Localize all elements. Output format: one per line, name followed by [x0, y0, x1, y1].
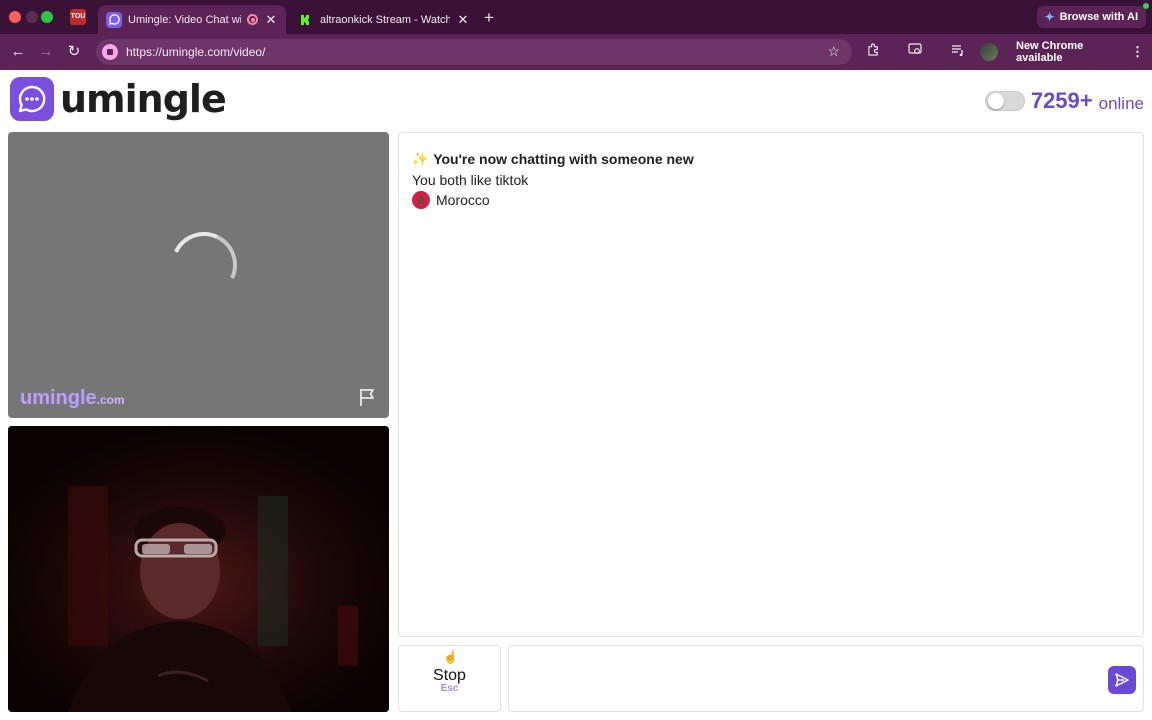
tab-close-icon[interactable]: ✕	[264, 12, 278, 28]
window-zoom-button[interactable]	[41, 11, 53, 23]
window-minimize-button[interactable]	[26, 11, 38, 23]
site-info-icon[interactable]	[102, 44, 118, 60]
online-counter: 7259+ online	[984, 88, 1144, 114]
bookmark-star-icon[interactable]: ☆	[827, 43, 840, 60]
watermark-suffix: .com	[96, 393, 125, 407]
tab-close-icon[interactable]: ✕	[456, 12, 470, 28]
tab-title: Umingle: Video Chat with	[128, 13, 241, 26]
send-icon	[1115, 673, 1129, 687]
online-label: online	[1098, 93, 1144, 113]
umingle-favicon-icon	[106, 11, 122, 28]
browser-tab-strip: TOU Umingle: Video Chat with ✕ altraonki…	[0, 0, 1152, 34]
stranger-video: umingle.com	[8, 132, 389, 418]
window-close-button[interactable]	[9, 11, 21, 23]
system-message-intro: ✨ You're now chatting with someone new	[412, 151, 694, 167]
pinned-tab[interactable]: TOU	[70, 9, 86, 25]
common-interest-message: You both like tiktok	[412, 172, 529, 188]
forward-arrow-icon[interactable]: →	[36, 42, 56, 62]
url-text: https://umingle.com/video/	[126, 45, 266, 59]
chrome-update-label: New Chrome available	[1016, 40, 1084, 64]
tab-kick-stream[interactable]: altraonkick Stream - Watch L ✕	[290, 5, 478, 34]
send-button[interactable]	[1108, 666, 1136, 694]
logo-wordmark: umingle	[60, 77, 227, 121]
stop-button[interactable]: ☝ Stop Esc	[398, 645, 501, 712]
status-dot	[1143, 3, 1149, 9]
browse-with-ai-button[interactable]: ✦ Browse with AI	[1036, 6, 1146, 28]
watermark-text: umingle	[20, 387, 97, 409]
webcam-feed-image	[8, 426, 389, 712]
self-video	[8, 426, 389, 712]
mode-toggle[interactable]	[984, 91, 1025, 111]
media-controls-icon[interactable]	[949, 43, 967, 61]
sparkles-icon: ✨	[412, 151, 429, 166]
intro-text: You're now chatting with someone new	[433, 151, 694, 167]
more-options-icon[interactable]: ⋮	[1131, 44, 1144, 60]
hand-cursor-icon: ☝	[443, 650, 458, 664]
chat-log: ✨ You're now chatting with someone new Y…	[398, 132, 1144, 637]
message-composer	[508, 645, 1144, 712]
chat-bubble-logo-icon	[10, 77, 54, 121]
extensions-icon[interactable]	[864, 43, 882, 61]
reload-icon[interactable]: ↻	[64, 42, 84, 62]
address-bar[interactable]: https://umingle.com/video/ ☆	[96, 39, 852, 65]
online-count: 7259+	[1030, 88, 1093, 113]
country-name: Morocco	[436, 192, 490, 208]
profile-avatar[interactable]	[980, 43, 998, 61]
video-watermark: umingle.com	[20, 387, 125, 410]
tab-search-icon[interactable]	[906, 43, 924, 61]
tab-umingle[interactable]: Umingle: Video Chat with ✕	[98, 5, 286, 34]
loading-spinner-icon	[161, 222, 247, 308]
stop-shortcut: Esc	[440, 683, 459, 694]
browser-toolbar: ← → ↻ https://umingle.com/video/ ☆ New C…	[0, 34, 1152, 70]
new-tab-icon[interactable]: +	[484, 8, 494, 28]
chrome-update-button[interactable]: New Chrome available ⋮	[1008, 40, 1152, 64]
kick-favicon-icon	[298, 12, 314, 28]
report-flag-icon[interactable]	[357, 386, 379, 408]
sparkle-icon: ✦	[1044, 10, 1055, 24]
recording-icon	[247, 14, 258, 25]
morocco-flag-icon	[412, 191, 430, 209]
message-input[interactable]	[517, 654, 1097, 704]
tab-title: altraonkick Stream - Watch L	[320, 13, 450, 26]
site-logo[interactable]: umingle	[10, 77, 227, 121]
country-message: Morocco	[412, 191, 490, 209]
back-arrow-icon[interactable]: ←	[8, 42, 28, 62]
browse-with-ai-label: Browse with AI	[1059, 11, 1138, 23]
page: umingle 7259+ online umingle.com ✨ You'r…	[0, 70, 1152, 720]
